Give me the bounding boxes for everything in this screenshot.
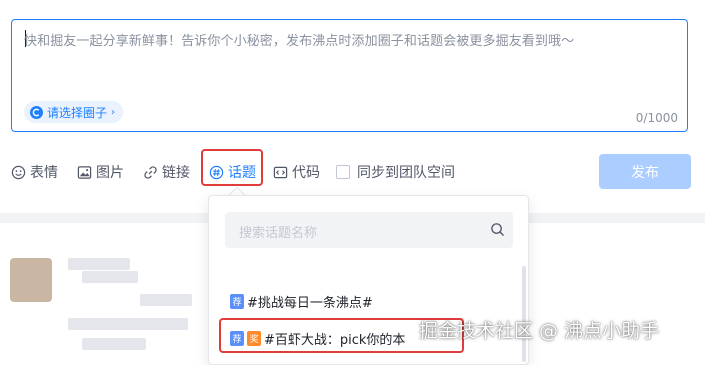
editor-placeholder[interactable]: 快和掘友一起分享新鲜事！告诉你个小秘密，发布沸点时添加圈子和话题会被更多掘友看到… [24,30,574,49]
publish-button[interactable]: 发布 [599,154,691,189]
topic-item-label: #挑战每日一条沸点# [247,296,373,311]
blurred-text [68,258,130,270]
code-label: 代码 [292,165,320,181]
blurred-text [68,318,188,330]
image-icon [77,165,92,179]
watermark: 掘金技术社区 @ 沸点小助手 [419,320,660,342]
topic-item[interactable]: 荐 #挑战每日一条沸点# [230,292,373,311]
blurred-text [82,271,138,283]
image-label: 图片 [96,165,124,181]
link-button[interactable]: 链接 [143,162,190,182]
emoji-icon [11,165,26,179]
link-icon [144,165,157,179]
code-button[interactable]: 代码 [273,162,320,182]
sync-team-label: 同步到团队空间 [357,165,455,181]
checkbox-square[interactable] [336,165,350,179]
sync-team-checkbox[interactable]: 同步到团队空间 [336,162,455,182]
select-circle-label: 请选择圈子 [47,105,108,120]
recommend-tag: 荐 [230,294,244,309]
code-icon [273,166,288,178]
chevron-right-icon: › [111,106,116,118]
search-icon[interactable] [490,222,505,237]
post-editor[interactable]: 快和掘友一起分享新鲜事！告诉你个小秘密，发布沸点时添加圈子和话题会被更多掘友看到… [11,19,688,132]
emoji-button[interactable]: 表情 [11,162,58,182]
topic-highlight-frame [201,149,263,186]
avatar [10,258,52,302]
circle-icon [30,105,43,119]
emoji-label: 表情 [30,165,58,181]
dropdown-scrollbar[interactable] [522,266,526,362]
blurred-text [82,338,146,350]
blurred-text [140,294,192,306]
char-counter: 0/1000 [635,111,678,125]
topic-search-placeholder: 搜索话题名称 [239,226,318,241]
link-label: 链接 [162,165,190,181]
select-circle-button[interactable]: 请选择圈子 › [24,101,124,123]
topic-search-input[interactable]: 搜索话题名称 [225,212,513,248]
image-button[interactable]: 图片 [77,162,124,182]
